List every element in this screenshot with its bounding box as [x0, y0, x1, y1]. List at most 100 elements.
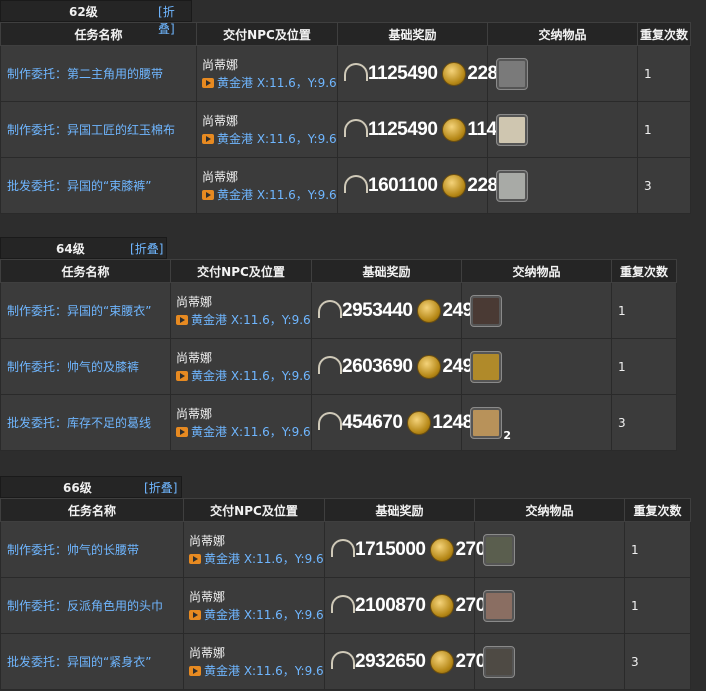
map-pin-icon	[189, 553, 201, 564]
exp-icon	[331, 650, 355, 669]
repeat-count: 1	[637, 101, 691, 158]
npc-location-link[interactable]: 黄金港 X:11.6，Y:9.6	[176, 423, 311, 441]
item-quantity: 2	[503, 428, 511, 442]
map-pin-icon	[176, 370, 188, 381]
repeat-count: 3	[611, 394, 677, 451]
npc-cell: 尚蒂娜 黄金港 X:11.6，Y:9.6	[183, 521, 325, 578]
table-row: 制作委托：异国工匠的红玉棉布 尚蒂娜 黄金港 X:11.6，Y:9.6 1125…	[0, 101, 691, 158]
map-pin-icon	[202, 133, 214, 144]
task-table: 任务名称 交付NPC及位置 基础奖励 交纳物品 重复次数 制作委托：帅气的长腰带…	[0, 498, 691, 690]
npc-location-link[interactable]: 黄金港 X:11.6，Y:9.6	[189, 550, 324, 568]
npc-location-link[interactable]: 黄金港 X:11.6，Y:9.6	[189, 662, 324, 680]
knee-trousers-item-icon[interactable]	[470, 350, 502, 383]
trousers-item-icon[interactable]	[496, 169, 528, 202]
table-row: 批发委托：异国的“束膝裤” 尚蒂娜 黄金港 X:11.6，Y:9.6 16011…	[0, 157, 691, 214]
task-table: 任务名称 交付NPC及位置 基础奖励 交纳物品 重复次数 制作委托：异国的“束腰…	[0, 259, 677, 451]
exp-value: 454670	[342, 411, 403, 433]
npc-location-link[interactable]: 黄金港 X:11.6，Y:9.6	[202, 74, 337, 92]
reward-cell: 454670 1248	[311, 394, 473, 451]
belt-item-icon[interactable]	[496, 57, 528, 90]
reward-cell: 1125490 1144	[337, 101, 507, 158]
npc-cell: 尚蒂娜 黄金港 X:11.6，Y:9.6	[196, 101, 338, 158]
exp-icon	[344, 62, 368, 81]
col-reward-header: 基础奖励	[311, 259, 462, 283]
item-cell	[487, 101, 638, 158]
npc-location-link[interactable]: 黄金港 X:11.6，Y:9.6	[202, 186, 337, 204]
repeat-count: 1	[637, 45, 691, 102]
map-pin-icon	[189, 609, 201, 620]
cloth-item-icon[interactable]	[496, 113, 528, 146]
npc-name: 尚蒂娜	[176, 294, 213, 309]
task-name-link[interactable]: 制作委托：异国的“束腰衣”	[0, 282, 171, 339]
gil-coin-icon	[442, 61, 467, 86]
item-cell	[474, 633, 625, 690]
gil-coin-icon	[407, 410, 432, 435]
location-text: 黄金港 X:11.6，Y:9.6	[204, 607, 324, 622]
gil-coin-icon	[417, 354, 442, 379]
task-name-link[interactable]: 制作委托：帅气的及膝裤	[0, 338, 171, 395]
gil-coin-icon	[430, 537, 455, 562]
bodysuit-item-icon[interactable]	[483, 645, 515, 678]
location-text: 黄金港 X:11.6，Y:9.6	[204, 663, 324, 678]
fold-link[interactable]: 折叠	[130, 240, 163, 257]
exp-icon	[318, 355, 342, 374]
task-name-link[interactable]: 批发委托：异国的“紧身衣”	[0, 633, 184, 690]
exp-value: 2100870	[355, 594, 426, 616]
repeat-count: 3	[637, 157, 691, 214]
sash-item-icon[interactable]	[483, 533, 515, 566]
section-header: 66级 折叠	[0, 476, 182, 498]
gil-coin-icon	[430, 593, 455, 618]
section-66: 66级 折叠 任务名称 交付NPC及位置 基础奖励 交纳物品 重复次数 制作委托…	[0, 476, 691, 690]
section-header: 64级 折叠	[0, 237, 167, 259]
reward-cell: 2932650 2704	[324, 633, 496, 690]
exp-icon	[318, 411, 342, 430]
exp-icon	[331, 594, 355, 613]
repeat-count: 1	[611, 338, 677, 395]
repeat-count: 3	[624, 633, 691, 690]
npc-cell: 尚蒂娜 黄金港 X:11.6，Y:9.6	[196, 45, 338, 102]
item-cell	[461, 282, 612, 339]
task-name-link[interactable]: 批发委托：库存不足的葛线	[0, 394, 171, 451]
npc-name: 尚蒂娜	[202, 169, 239, 184]
reward-cell: 1125490 2288	[337, 45, 508, 102]
map-pin-icon	[176, 426, 188, 437]
thread-item-icon[interactable]: 2	[470, 406, 511, 442]
col-npc-header: 交付NPC及位置	[196, 22, 338, 46]
col-npc-header: 交付NPC及位置	[170, 259, 312, 283]
map-pin-icon	[189, 665, 201, 676]
fold-link[interactable]: 折叠	[144, 479, 177, 496]
npc-location-link[interactable]: 黄金港 X:11.6，Y:9.6	[202, 130, 337, 148]
exp-value: 2603690	[342, 355, 413, 377]
col-reward-header: 基础奖励	[324, 498, 475, 522]
task-name-link[interactable]: 批发委托：异国的“束膝裤”	[0, 157, 197, 214]
col-item-header: 交纳物品	[474, 498, 625, 522]
exp-icon	[344, 174, 368, 193]
item-cell: 2	[461, 394, 612, 451]
table-row: 制作委托：帅气的及膝裤 尚蒂娜 黄金港 X:11.6，Y:9.6 2603690…	[0, 338, 677, 395]
headscarf-item-icon[interactable]	[483, 589, 515, 622]
task-name-link[interactable]: 制作委托：异国工匠的红玉棉布	[0, 101, 197, 158]
col-task-header: 任务名称	[0, 259, 171, 283]
tunic-item-icon[interactable]	[470, 294, 502, 327]
col-task-header: 任务名称	[0, 498, 184, 522]
npc-location-link[interactable]: 黄金港 X:11.6，Y:9.6	[176, 367, 311, 385]
exp-value: 1601100	[368, 174, 438, 196]
item-cell	[474, 521, 625, 578]
task-name-link[interactable]: 制作委托：第二主角用的腰带	[0, 45, 197, 102]
table-row: 批发委托：库存不足的葛线 尚蒂娜 黄金港 X:11.6，Y:9.6 454670…	[0, 394, 677, 451]
fold-link[interactable]: 折叠	[158, 3, 191, 37]
exp-value: 1715000	[355, 538, 426, 560]
task-name-link[interactable]: 制作委托：帅气的长腰带	[0, 521, 184, 578]
task-name-link[interactable]: 制作委托：反派角色用的头巾	[0, 577, 184, 634]
reward-cell: 2100870 2704	[324, 577, 496, 634]
npc-location-link[interactable]: 黄金港 X:11.6，Y:9.6	[189, 606, 324, 624]
item-cell	[474, 577, 625, 634]
map-pin-icon	[176, 314, 188, 325]
location-text: 黄金港 X:11.6，Y:9.6	[217, 75, 337, 90]
npc-location-link[interactable]: 黄金港 X:11.6，Y:9.6	[176, 311, 311, 329]
repeat-count: 1	[624, 521, 691, 578]
gil-coin-icon	[417, 298, 442, 323]
exp-icon	[318, 299, 342, 318]
npc-cell: 尚蒂娜 黄金港 X:11.6，Y:9.6	[170, 394, 312, 451]
level-label: 62级	[69, 5, 98, 19]
